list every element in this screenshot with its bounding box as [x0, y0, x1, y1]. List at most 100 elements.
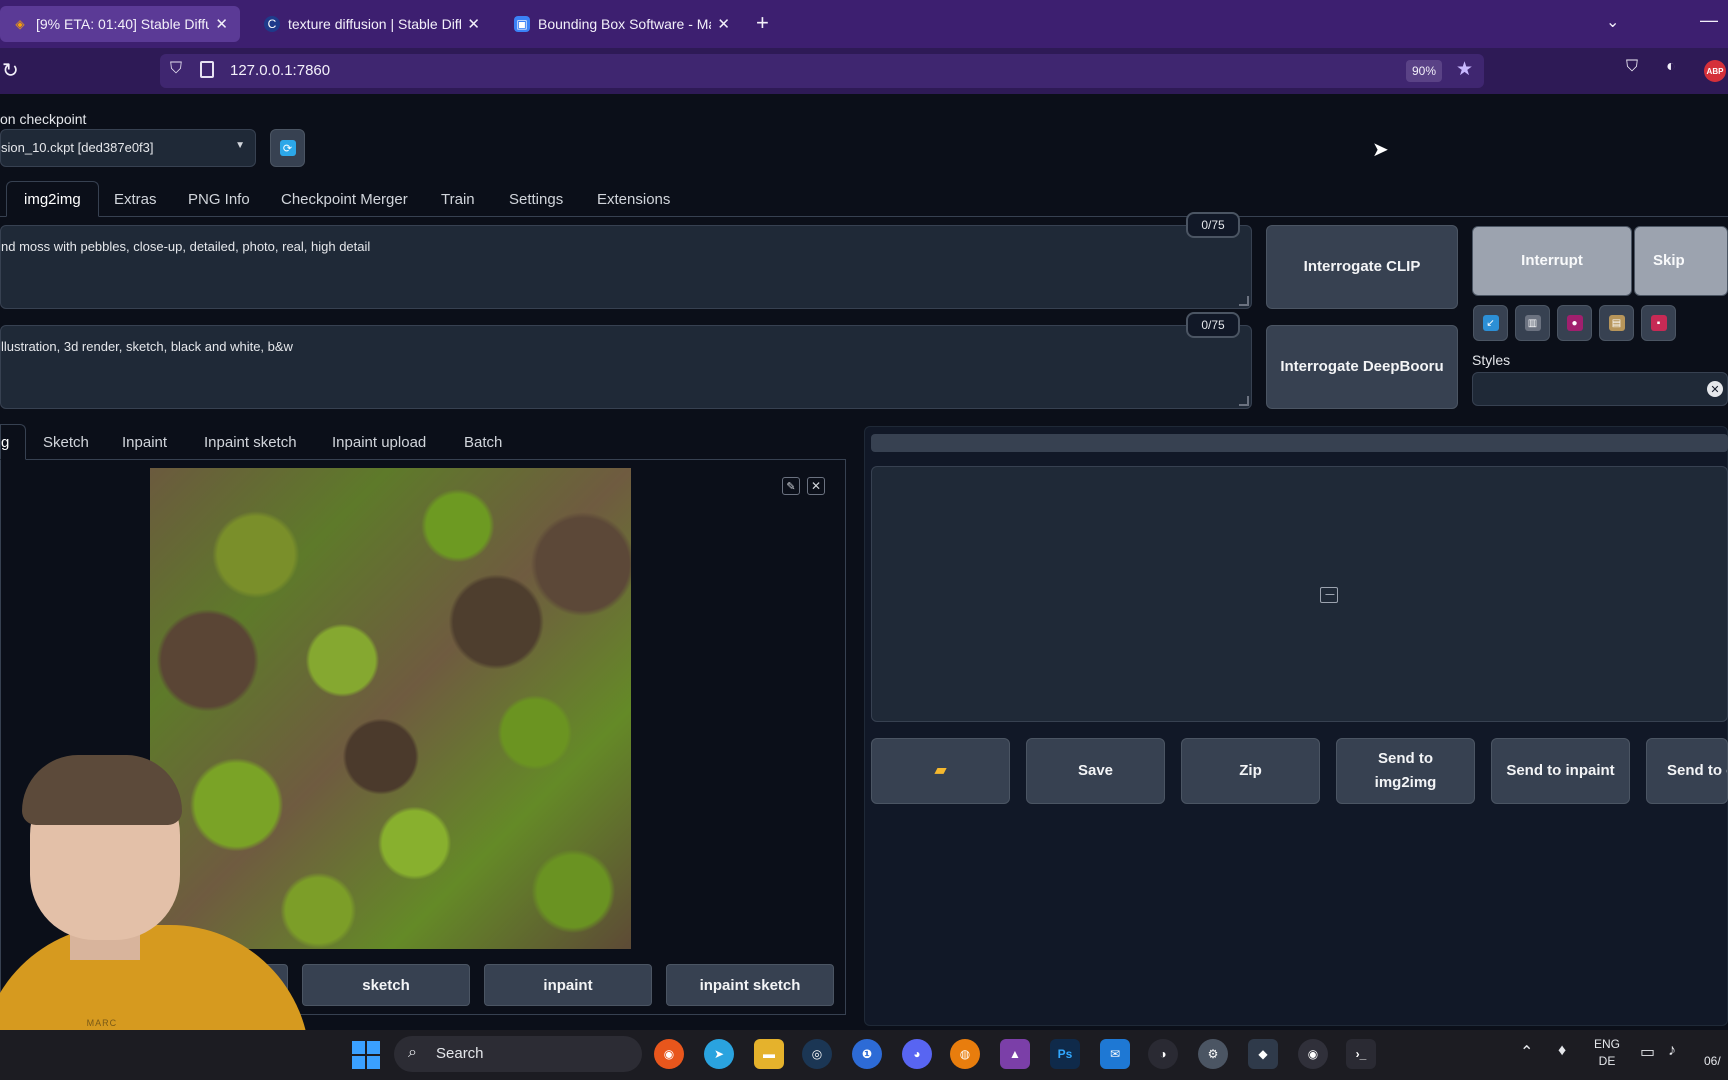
tab-inpaint-upload[interactable]: Inpaint upload [332, 424, 426, 460]
send-to-inpaint-button[interactable]: Send to inpaint [1491, 738, 1630, 804]
interrupt-button[interactable]: Interrupt [1472, 226, 1632, 296]
tab-inpaint-sketch[interactable]: Inpaint sketch [204, 424, 297, 460]
resize-grip-icon[interactable] [1239, 296, 1249, 306]
lang-bottom: DE [1598, 1054, 1616, 1068]
blender-icon[interactable]: ◍ [950, 1039, 980, 1069]
close-tab-icon[interactable]: ✕ [215, 15, 228, 33]
url-bar[interactable]: ⛉ 127.0.0.1:7860 90% ★ [160, 54, 1484, 88]
browser-tab-texture-diffusion[interactable]: C texture diffusion | Stable Diffusi ✕ [252, 6, 492, 42]
folder-icon: ▰ [934, 762, 947, 779]
adblock-icon[interactable]: ABP [1704, 60, 1726, 82]
file-explorer-icon[interactable]: ▬ [754, 1039, 784, 1069]
tab-img2img-sub[interactable]: g [0, 424, 26, 460]
clock[interactable]: 06/ [1704, 1054, 1721, 1068]
tab-sketch[interactable]: Sketch [43, 424, 89, 460]
settings-gear-icon[interactable]: ⚙ [1198, 1039, 1228, 1069]
hair [22, 755, 182, 825]
photoshop-icon[interactable]: Ps [1050, 1039, 1080, 1069]
network-icon[interactable]: ▭ [1640, 1042, 1655, 1062]
apply-style-button[interactable]: ▤ [1599, 305, 1634, 341]
styles-select[interactable]: ✕ [1472, 372, 1728, 406]
send-to-img2img-button[interactable]: Send to img2img [1336, 738, 1475, 804]
tab-extensions[interactable]: Extensions [580, 181, 687, 217]
refresh-icon: ⟳ [279, 140, 296, 156]
tab-batch[interactable]: Batch [464, 424, 502, 460]
save-style-button[interactable]: ▪ [1641, 305, 1676, 341]
checkpoint-value: sion_10.ckpt [ded387e0f3] [1, 140, 154, 155]
clipboard-icon: ▤ [1608, 315, 1625, 331]
affinity-icon[interactable]: ▲ [1000, 1039, 1030, 1069]
language-indicator[interactable]: ENG DE [1594, 1036, 1620, 1070]
mail-icon[interactable]: ✉ [1100, 1039, 1130, 1069]
discord-icon[interactable]: ◕ [902, 1039, 932, 1069]
obs-icon[interactable]: ◑ [1148, 1039, 1178, 1069]
resize-grip-icon[interactable] [1239, 396, 1249, 406]
audio-app-icon[interactable]: ◉ [1298, 1039, 1328, 1069]
close-tab-icon[interactable]: ✕ [717, 15, 730, 33]
windows-start-icon[interactable] [352, 1041, 380, 1069]
negative-token-counter: 0/75 [1186, 312, 1240, 338]
close-tab-icon[interactable]: ✕ [467, 15, 480, 33]
output-gallery[interactable] [871, 466, 1728, 722]
negative-prompt-input[interactable]: llustration, 3d render, sketch, black an… [0, 325, 1252, 409]
shield-icon[interactable]: ⛉ [170, 60, 182, 78]
pocket-icon[interactable]: ⛉ [1626, 58, 1638, 76]
reload-icon[interactable]: ↻ [2, 58, 19, 83]
tray-chevron-icon[interactable]: ⌃ [1520, 1042, 1533, 1062]
close-icon[interactable]: ✕ [807, 477, 825, 495]
refresh-checkpoint-button[interactable]: ⟳ [270, 129, 305, 167]
taskbar-search[interactable]: ⌕ Search [394, 1036, 642, 1072]
zip-button[interactable]: Zip [1181, 738, 1320, 804]
search-icon: ⌕ [408, 1044, 417, 1061]
clear-prompt-button[interactable]: ▥ [1515, 305, 1550, 341]
steam-icon[interactable]: ◎ [802, 1039, 832, 1069]
checkpoint-select[interactable]: sion_10.ckpt [ded387e0f3] ▼ [0, 129, 256, 167]
send-to-extras-button[interactable]: Send to e [1646, 738, 1728, 804]
tab-train[interactable]: Train [424, 181, 492, 217]
paste-prompt-button[interactable]: ↙ [1473, 305, 1508, 341]
open-folder-button[interactable]: ▰ [871, 738, 1010, 804]
save-button[interactable]: Save [1026, 738, 1165, 804]
url-text[interactable]: 127.0.0.1:7860 [230, 62, 330, 79]
zoom-badge[interactable]: 90% [1406, 60, 1443, 82]
positive-prompt-input[interactable]: nd moss with pebbles, close-up, detailed… [0, 225, 1252, 309]
caret-down-icon: ▼ [235, 140, 245, 151]
browser-nav-bar: ↻ ⛉ 127.0.0.1:7860 90% ★ [0, 48, 1728, 94]
tab-title: [9% ETA: 01:40] Stable Diffusion [36, 16, 210, 32]
davinci-icon[interactable]: ◆ [1248, 1039, 1278, 1069]
bookmark-star-icon[interactable]: ★ [1456, 58, 1473, 81]
edit-icon[interactable]: ✎ [782, 477, 800, 495]
tab-settings[interactable]: Settings [492, 181, 580, 217]
extension-icon[interactable]: ◐ [1666, 58, 1676, 76]
tab-extras[interactable]: Extras [97, 181, 174, 217]
bbox-icon: ▣ [514, 16, 530, 32]
tab-checkpoint-merger[interactable]: Checkpoint Merger [264, 181, 425, 217]
copy-to-sketch-button[interactable]: sketch [302, 964, 470, 1006]
clear-styles-icon[interactable]: ✕ [1707, 381, 1723, 397]
terminal-icon[interactable]: ›_ [1346, 1039, 1376, 1069]
browser-tab-stable-diffusion[interactable]: ◈ [9% ETA: 01:40] Stable Diffusion ✕ [0, 6, 240, 42]
copy-to-inpaint-button[interactable]: inpaint [484, 964, 652, 1006]
tab-png-info[interactable]: PNG Info [171, 181, 267, 217]
negative-prompt-text: llustration, 3d render, sketch, black an… [1, 339, 293, 354]
interrogate-deepbooru-button[interactable]: Interrogate DeepBooru [1266, 325, 1458, 409]
interrogate-clip-button[interactable]: Interrogate CLIP [1266, 225, 1458, 309]
floppy-icon: ▪ [1650, 315, 1667, 331]
browser-tab-bounding-box[interactable]: ▣ Bounding Box Software - Mater ✕ [502, 6, 742, 42]
styles-label: Styles [1472, 352, 1511, 368]
chevron-down-icon[interactable]: ⌄ [1606, 12, 1619, 32]
copy-to-inpaint-sketch-button[interactable]: inpaint sketch [666, 964, 834, 1006]
tab-img2img[interactable]: img2img [6, 181, 99, 217]
volume-icon[interactable]: ♪ [1668, 1042, 1676, 1060]
telegram-icon[interactable]: ➤ [704, 1039, 734, 1069]
microphone-icon[interactable]: ♦ [1558, 1042, 1566, 1060]
extra-networks-button[interactable]: ● [1557, 305, 1592, 341]
skip-button[interactable]: Skip [1634, 226, 1728, 296]
tab-title: texture diffusion | Stable Diffusi [288, 16, 462, 32]
firefox-icon[interactable]: ◉ [654, 1039, 684, 1069]
page-icon[interactable] [200, 61, 214, 78]
new-tab-button[interactable]: + [756, 10, 769, 36]
minimize-icon[interactable]: — [1700, 10, 1718, 31]
password-manager-icon[interactable]: ❶ [852, 1039, 882, 1069]
tab-inpaint[interactable]: Inpaint [122, 424, 167, 460]
